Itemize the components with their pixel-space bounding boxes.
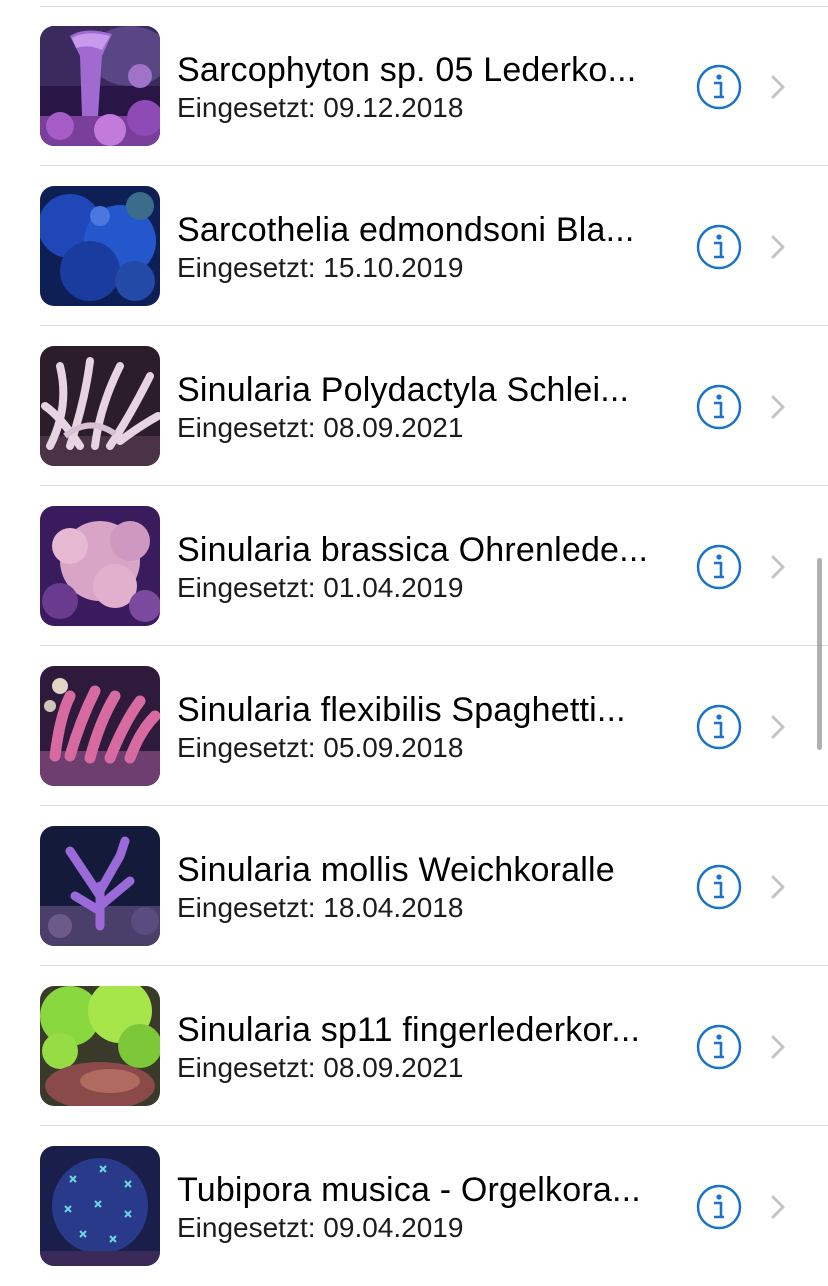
coral-name: Sinularia mollis Weichkoralle [177,851,615,889]
coral-thumbnail [40,346,160,466]
coral-date: Eingesetzt: 15.10.2019 [177,252,464,283]
coral-thumbnail [40,26,160,146]
coral-list: Sarcophyton sp. 05 Lederko... Eingesetzt… [0,6,828,1286]
coral-name: Tubipora musica - Orgelkora... [177,1171,641,1209]
coral-date: Eingesetzt: 08.09.2021 [177,412,464,443]
chevron-right-icon [771,875,785,899]
coral-name: Sinularia brassica Ohrenlede... [177,531,649,569]
coral-date: Eingesetzt: 05.09.2018 [177,732,464,763]
coral-name: Sinularia flexibilis Spaghetti... [177,691,626,729]
coral-date: Eingesetzt: 09.04.2019 [177,1212,464,1243]
info-icon[interactable] [696,64,742,110]
coral-name: Sinularia sp11 fingerlederkor... [177,1011,641,1049]
list-item[interactable]: Sinularia sp11 fingerlederkor... Eingese… [0,966,828,1126]
list-item[interactable]: Sinularia Polydactyla Schlei... Eingeset… [0,326,828,486]
coral-thumbnail [40,186,160,306]
coral-name: Sinularia Polydactyla Schlei... [177,371,630,409]
coral-thumbnail [40,666,160,786]
coral-thumbnail [40,826,160,946]
chevron-right-icon [771,715,785,739]
list-item[interactable]: Sarcophyton sp. 05 Lederko... Eingesetzt… [0,6,828,166]
info-icon[interactable] [696,224,742,270]
info-icon[interactable] [696,1024,742,1070]
coral-name: Sarcophyton sp. 05 Lederko... [177,51,637,89]
chevron-right-icon [771,395,785,419]
list-item[interactable]: Tubipora musica - Orgelkora... Eingesetz… [0,1126,828,1286]
info-icon[interactable] [696,384,742,430]
info-icon[interactable] [696,864,742,910]
coral-date: Eingesetzt: 09.12.2018 [177,92,464,123]
list-item[interactable]: Sinularia flexibilis Spaghetti... Einges… [0,646,828,806]
list-item[interactable]: Sarcothelia edmondsoni Bla... Eingesetzt… [0,166,828,326]
coral-thumbnail [40,1146,160,1266]
info-icon[interactable] [696,1184,742,1230]
chevron-right-icon [771,235,785,259]
coral-date: Eingesetzt: 08.09.2021 [177,1052,464,1083]
chevron-right-icon [771,75,785,99]
list-item[interactable]: Sinularia mollis Weichkoralle Eingesetzt… [0,806,828,966]
chevron-right-icon [771,1035,785,1059]
coral-date: Eingesetzt: 18.04.2018 [177,892,464,923]
coral-date: Eingesetzt: 01.04.2019 [177,572,464,603]
coral-name: Sarcothelia edmondsoni Bla... [177,211,635,249]
list-item[interactable]: Sinularia brassica Ohrenlede... Eingeset… [0,486,828,646]
info-icon[interactable] [696,704,742,750]
coral-thumbnail [40,506,160,626]
chevron-right-icon [771,1195,785,1219]
chevron-right-icon [771,555,785,579]
coral-thumbnail [40,986,160,1106]
scrollbar[interactable] [817,558,822,750]
info-icon[interactable] [696,544,742,590]
